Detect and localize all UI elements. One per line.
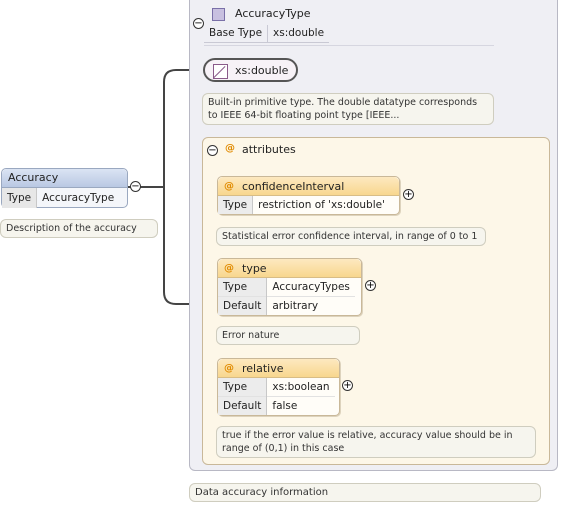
row-key: Type bbox=[218, 196, 254, 214]
row-value: arbitrary bbox=[266, 296, 355, 315]
simple-type-name: xs:double bbox=[235, 64, 289, 77]
attribute-name: type bbox=[242, 261, 267, 275]
attribute-type[interactable]: @ type Type AccuracyTypes Default arbitra… bbox=[217, 258, 362, 316]
row-value: restriction of 'xs:double' bbox=[258, 199, 385, 211]
base-type-value: xs:double bbox=[273, 27, 325, 39]
attribute-relative[interactable]: @ relative Type xs:boolean Default false bbox=[217, 358, 340, 416]
confidence-interval-note: Statistical error confidence interval, i… bbox=[216, 227, 486, 246]
row-value: false bbox=[266, 396, 335, 415]
element-type-label: Type bbox=[2, 188, 38, 208]
element-type-value: AccuracyType bbox=[42, 192, 115, 204]
attribute-name: relative bbox=[242, 361, 284, 375]
attributes-collapse-button[interactable]: − bbox=[207, 145, 218, 156]
attribute-icon: @ bbox=[224, 262, 234, 274]
table-row: Type xs:boolean bbox=[218, 378, 335, 397]
confidence-interval-expand-button[interactable]: + bbox=[403, 189, 414, 200]
attribute-icon: @ bbox=[224, 362, 234, 374]
element-collapse-button[interactable]: − bbox=[130, 181, 141, 192]
attribute-icon: @ bbox=[224, 180, 234, 192]
row-key: Default bbox=[218, 396, 268, 415]
complex-type-icon bbox=[212, 8, 225, 21]
base-type-label: Base Type bbox=[204, 25, 269, 42]
simple-type-note-line1: Built-in primitive type. The double data… bbox=[208, 97, 478, 108]
complex-type-collapse-button[interactable]: − bbox=[193, 18, 204, 29]
complex-type-documentation: Data accuracy information bbox=[189, 483, 541, 502]
simple-type-note-line2: to IEEE 64-bit floating point type [IEEE… bbox=[208, 110, 400, 121]
simple-type-icon bbox=[213, 64, 228, 79]
simple-type-pill[interactable]: xs:double bbox=[203, 58, 298, 82]
relative-expand-button[interactable]: + bbox=[342, 380, 353, 391]
row-key: Type bbox=[218, 278, 268, 297]
table-row: Default false bbox=[218, 396, 335, 415]
table-row: Default arbitrary bbox=[218, 296, 355, 315]
attribute-name: confidenceInterval bbox=[242, 179, 345, 193]
relative-note-line1: true if the error value is relative, acc… bbox=[222, 430, 513, 441]
row-key: Type bbox=[218, 378, 268, 397]
element-accuracy[interactable]: Accuracy Type AccuracyType bbox=[1, 168, 128, 208]
element-name: Accuracy bbox=[2, 169, 127, 188]
element-description: Description of the accuracy bbox=[0, 219, 158, 238]
table-row: Type AccuracyTypes bbox=[218, 278, 355, 297]
attribute-confidence-interval[interactable]: @ confidenceInterval Type restriction of … bbox=[217, 176, 400, 215]
type-note: Error nature bbox=[216, 326, 360, 345]
type-expand-button[interactable]: + bbox=[365, 280, 376, 291]
relative-note: true if the error value is relative, acc… bbox=[216, 426, 536, 458]
table-row: Type restriction of 'xs:double' bbox=[218, 196, 390, 214]
attributes-at-icon: @ bbox=[225, 143, 235, 154]
attributes-label: attributes bbox=[242, 143, 296, 156]
row-value: AccuracyTypes bbox=[272, 281, 350, 293]
complex-type-name: AccuracyType bbox=[235, 7, 311, 20]
row-value: xs:boolean bbox=[272, 381, 330, 393]
relative-note-line2: range of (0,1) in this case bbox=[222, 443, 345, 454]
row-key: Default bbox=[218, 296, 268, 315]
base-type-row: Base Type xs:double bbox=[204, 25, 330, 43]
simple-type-note: Built-in primitive type. The double data… bbox=[202, 93, 494, 125]
divider bbox=[204, 45, 494, 46]
